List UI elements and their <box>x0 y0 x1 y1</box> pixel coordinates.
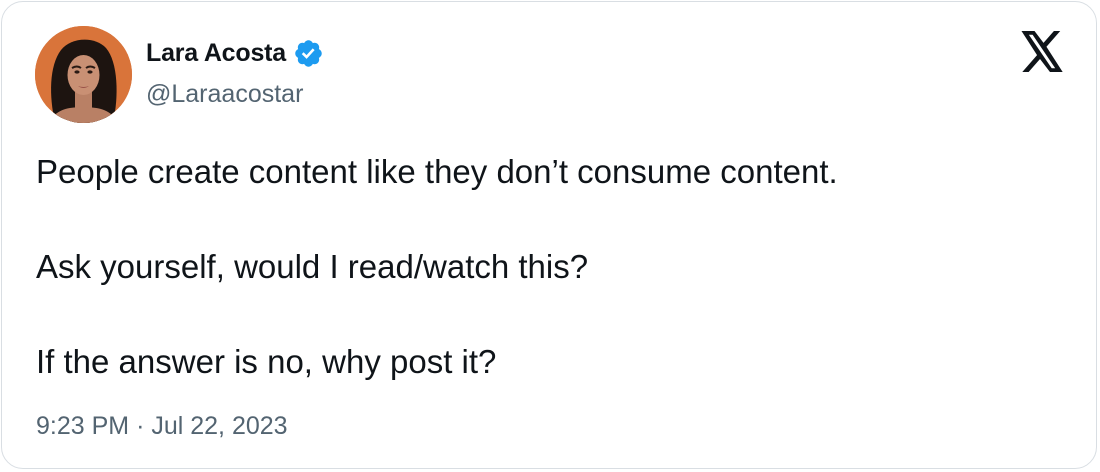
tweet-line-1: People create content like they don’t co… <box>36 153 838 190</box>
author-name-row: Lara Acosta <box>146 36 324 70</box>
tweet-text: People create content like they don’t co… <box>36 150 1066 384</box>
tweet-line-3: If the answer is no, why post it? <box>36 343 497 380</box>
author-handle[interactable]: @Laraacostar <box>146 80 303 109</box>
x-logo-icon[interactable] <box>1019 31 1065 73</box>
timestamp-separator: · <box>136 412 145 440</box>
tweet-card: Lara Acosta @Laraacostar People create c… <box>1 1 1097 469</box>
tweet-time: 9:23 PM <box>36 412 130 440</box>
author-name[interactable]: Lara Acosta <box>146 39 286 68</box>
verified-badge-icon <box>293 38 324 69</box>
tweet-line-2: Ask yourself, would I read/watch this? <box>36 248 589 285</box>
avatar-image <box>35 26 132 123</box>
tweet-date: Jul 22, 2023 <box>151 412 288 440</box>
tweet-timestamp[interactable]: 9:23 PM · Jul 22, 2023 <box>36 412 288 441</box>
avatar[interactable] <box>35 26 132 123</box>
